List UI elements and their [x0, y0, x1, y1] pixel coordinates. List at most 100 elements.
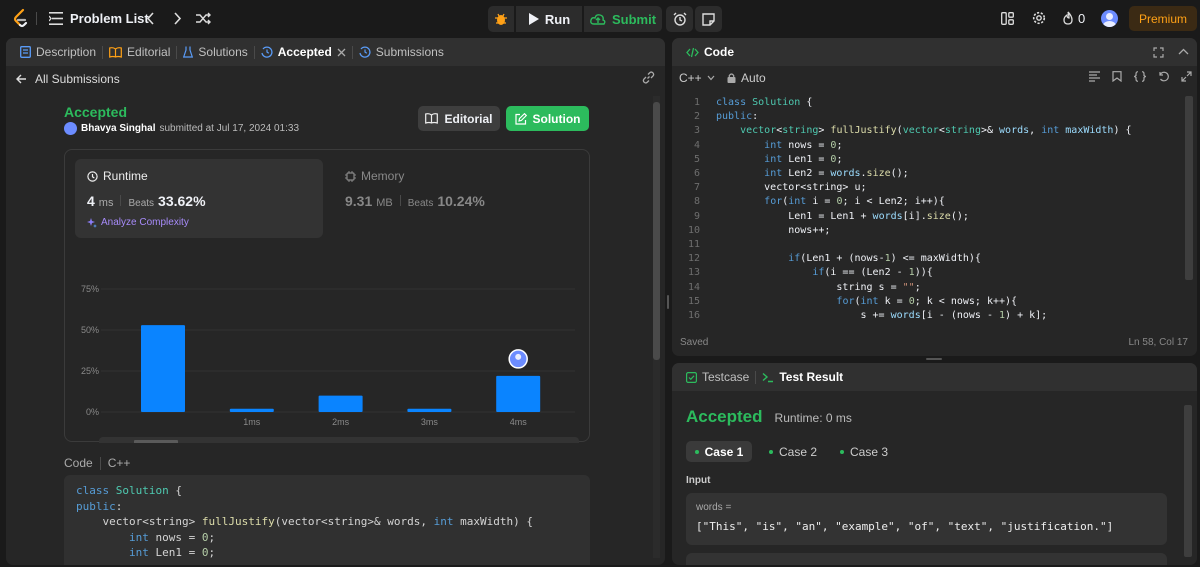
editorial-button[interactable]: Editorial: [418, 106, 500, 131]
debug-button[interactable]: [488, 6, 514, 32]
chevron-right-icon[interactable]: [172, 12, 182, 25]
document-icon: [20, 46, 31, 58]
runtime-distribution-chart[interactable]: 75%50%25%0%1ms2ms3ms4ms1ms2ms3ms4ms: [65, 150, 591, 443]
variable-name: words =: [696, 502, 732, 513]
format-icon[interactable]: [1089, 71, 1100, 82]
code-line: 4 int nows = 0;: [693, 139, 843, 151]
tab-label: Solutions: [198, 45, 248, 59]
gear-icon[interactable]: [1032, 11, 1046, 25]
top-navbar: Problem List Run Submit 0 Premium: [0, 0, 1200, 37]
result-header: Accepted Runtime: 0 ms: [686, 407, 852, 427]
tab-label: Submissions: [375, 45, 444, 59]
avatar[interactable]: [1101, 10, 1118, 27]
vertical-resize-handle[interactable]: [667, 295, 669, 309]
notes-button[interactable]: [695, 6, 722, 32]
bar: [407, 408, 452, 412]
run-button[interactable]: Run: [516, 6, 582, 32]
test-tabbar: Testcase Test Result: [672, 363, 1197, 391]
tab-description[interactable]: Description: [14, 38, 102, 66]
code-line: 9 Len1 = Len1 + words[i].size();: [693, 210, 969, 222]
case-tab-2[interactable]: Case 2: [760, 441, 826, 462]
scrollbar-thumb[interactable]: [653, 102, 660, 360]
user-name[interactable]: Bhavya Singhal: [81, 123, 155, 134]
braces-icon[interactable]: [1134, 71, 1146, 82]
code-line: 7 vector<string> u;: [693, 182, 867, 194]
link-icon[interactable]: [642, 71, 655, 84]
auto-mode[interactable]: Auto: [727, 71, 766, 85]
case-label: Case 1: [704, 444, 744, 459]
solution-button[interactable]: Solution: [506, 106, 589, 131]
run-controls: Run Submit: [488, 6, 722, 32]
tab-test-result[interactable]: Test Result: [756, 363, 849, 391]
tab-testcase[interactable]: Testcase: [680, 363, 755, 391]
left-panel: Description Editorial Solutions Accepted…: [6, 38, 665, 565]
submitted-time: submitted at Jul 17, 2024 01:33: [159, 123, 300, 134]
submission-status: Accepted: [64, 104, 128, 120]
submit-button[interactable]: Submit: [584, 6, 662, 32]
input-box[interactable]: words = ["This", "is", "an", "example", …: [686, 493, 1167, 545]
language-select[interactable]: C++: [679, 71, 715, 85]
code-editor[interactable]: 1 class Solution { 2 public: 3 vector<stri…: [680, 96, 1180, 323]
input-label: Input: [686, 475, 711, 486]
case-label: Case 2: [778, 444, 818, 459]
case-tab-3[interactable]: Case 3: [831, 441, 897, 462]
x-tick-label: 1ms: [243, 417, 261, 427]
case-tab-1[interactable]: Case 1: [686, 441, 752, 462]
all-submissions-link[interactable]: All Submissions: [35, 72, 120, 86]
timer-button[interactable]: [666, 6, 693, 32]
code-line: vector<string> fullJustify(vector<string…: [76, 515, 534, 528]
streak-count: 0: [1078, 11, 1086, 26]
chevron-down-icon: [707, 75, 715, 81]
tab-editorial[interactable]: Editorial: [103, 38, 176, 66]
editor-scrollbar[interactable]: [1185, 96, 1193, 280]
submission-header: All Submissions: [6, 66, 665, 91]
code-line: class Solution {: [76, 484, 182, 497]
tab-code[interactable]: Code: [680, 38, 740, 66]
solution-label: Solution: [532, 111, 581, 126]
leetcode-logo-icon[interactable]: [12, 8, 30, 28]
tab-label: Test Result: [779, 370, 844, 384]
submitted-code[interactable]: class Solution { public: vector<string> …: [64, 475, 590, 565]
bookmark-icon[interactable]: [1112, 71, 1122, 82]
premium-button[interactable]: Premium: [1129, 6, 1197, 31]
alarm-clock-icon: [673, 12, 686, 26]
bar: [318, 395, 363, 412]
chevron-left-icon[interactable]: [146, 12, 156, 25]
reset-icon[interactable]: [1158, 71, 1169, 82]
tab-submissions[interactable]: Submissions: [353, 38, 450, 66]
expand-icon[interactable]: [1153, 46, 1164, 58]
play-icon: [528, 13, 539, 25]
fire-icon[interactable]: [1062, 11, 1074, 25]
result-scrollbar[interactable]: [1184, 405, 1192, 557]
code-header: Code C++: [64, 456, 130, 470]
code-line: 3 vector<string> fullJustify(vector<stri…: [693, 125, 1132, 137]
problem-list-link[interactable]: Problem List: [70, 11, 149, 26]
tab-solutions[interactable]: Solutions: [177, 38, 253, 66]
variable-value: ["This", "is", "an", "example", "of", "t…: [696, 520, 1114, 533]
shuffle-icon[interactable]: [196, 12, 211, 25]
tab-accepted[interactable]: Accepted: [255, 38, 352, 66]
status-dot: [839, 449, 844, 454]
code-lang: C++: [107, 456, 131, 470]
divider: [36, 12, 37, 25]
arrow-left-icon[interactable]: [16, 74, 27, 84]
bar: [141, 325, 185, 412]
horizontal-resize-handle[interactable]: [926, 358, 942, 360]
layout-grid-icon[interactable]: [1001, 12, 1014, 25]
history-icon: [261, 46, 273, 58]
maximize-icon[interactable]: [1181, 71, 1192, 82]
output-box: [686, 553, 1167, 565]
code-icon: [686, 47, 699, 57]
list-icon[interactable]: [49, 12, 63, 25]
user-avatar-head: [515, 353, 522, 360]
run-label: Run: [544, 11, 571, 27]
submit-label: Submit: [611, 11, 657, 27]
close-icon[interactable]: [337, 48, 346, 57]
editorial-label: Editorial: [444, 111, 493, 126]
flask-icon: [183, 46, 194, 58]
chevron-up-icon[interactable]: [1178, 47, 1189, 58]
cloud-upload-icon: [590, 14, 606, 25]
code-line: 12 if(Len1 + (nows-1) <= maxWidth){: [687, 253, 981, 265]
editor-title: Code: [704, 45, 734, 59]
status-dot: [768, 449, 773, 454]
